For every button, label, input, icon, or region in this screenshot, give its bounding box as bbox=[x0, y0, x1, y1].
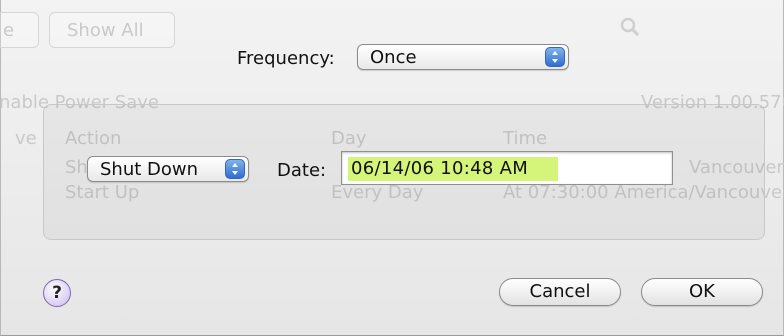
action-popup[interactable]: Shut Down bbox=[87, 156, 249, 182]
action-value: Shut Down bbox=[100, 159, 199, 180]
date-value: 06/14/06 10:48 AM bbox=[351, 158, 529, 179]
help-button[interactable]: ? bbox=[43, 279, 71, 307]
frequency-popup[interactable]: Once bbox=[357, 44, 569, 70]
popup-arrows-icon bbox=[225, 159, 245, 179]
popup-arrows-icon bbox=[545, 47, 565, 67]
ghost-col-enable: ve bbox=[15, 128, 37, 149]
frequency-value: Once bbox=[370, 47, 417, 68]
date-field[interactable]: 06/14/06 10:48 AM bbox=[341, 151, 673, 185]
schedule-sheet: e Show All nable Power Save Version 1.00… bbox=[0, 0, 784, 336]
cancel-button[interactable]: Cancel bbox=[499, 278, 621, 306]
ghost-search-icon bbox=[619, 16, 641, 38]
ghost-show-all-label: Show All bbox=[67, 20, 144, 41]
frequency-label: Frequency: bbox=[237, 48, 335, 69]
ok-button[interactable]: OK bbox=[641, 278, 763, 306]
ghost-toolbar-left-text: e bbox=[3, 20, 15, 41]
date-label: Date: bbox=[277, 160, 327, 181]
